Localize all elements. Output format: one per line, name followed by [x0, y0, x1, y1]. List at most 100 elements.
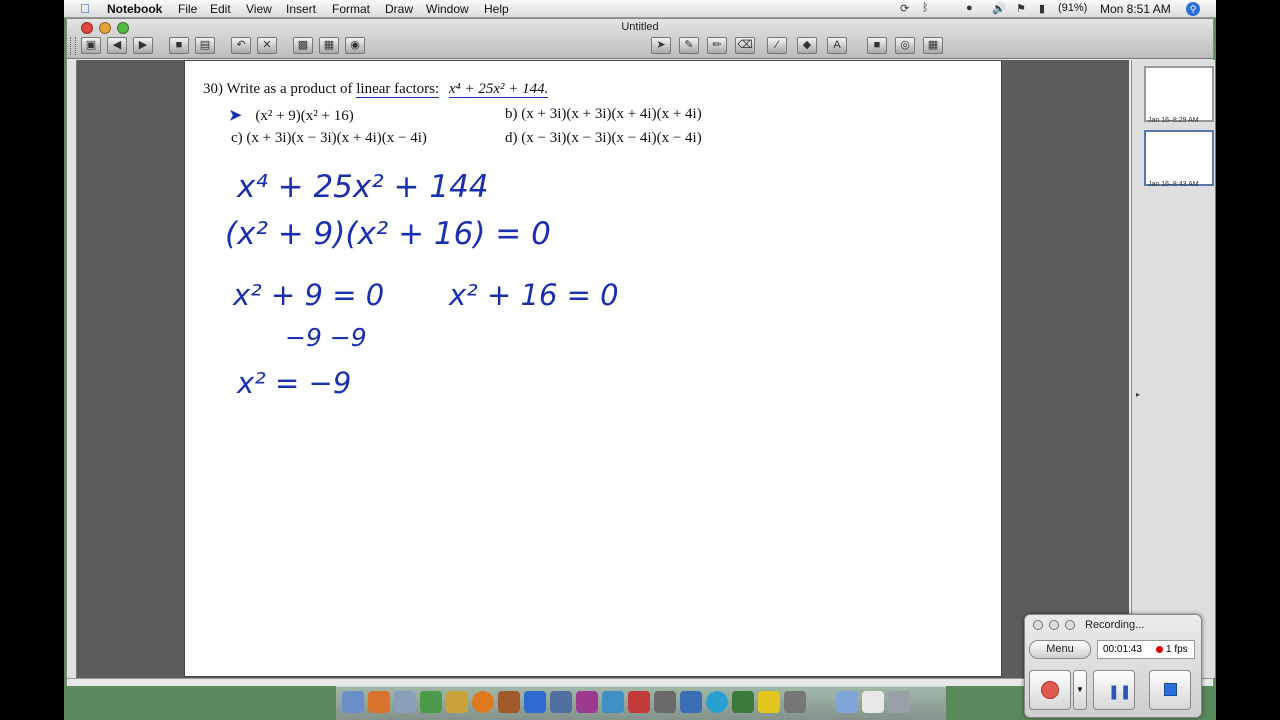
recorder-menu-button[interactable]: Menu [1029, 640, 1091, 659]
trash-dock-icon[interactable] [888, 691, 910, 713]
apple-icon[interactable]:  [80, 1, 90, 16]
app-dock-icon-4[interactable] [602, 691, 624, 713]
recorder-zoom-icon[interactable] [1065, 620, 1075, 630]
previous-page-icon[interactable]: ◀ [107, 37, 127, 54]
word-dock-icon[interactable] [524, 691, 546, 713]
camera-icon[interactable]: ◉ [345, 37, 365, 54]
menu-help[interactable]: Help [484, 2, 509, 16]
menu-app-name[interactable]: Notebook [107, 2, 162, 16]
left-toolbar-strip[interactable] [67, 60, 77, 678]
flag-icon[interactable]: ⚑ [1016, 2, 1026, 15]
menu-file[interactable]: File [178, 2, 197, 16]
menu-format[interactable]: Format [332, 2, 370, 16]
app-dock-icon-6[interactable] [654, 691, 676, 713]
record-icon [1041, 681, 1059, 699]
handwriting-line-4: −9 −9 [285, 323, 367, 352]
menu-view[interactable]: View [246, 2, 272, 16]
clapper-dock-icon[interactable] [498, 691, 520, 713]
page-sorter-panel: Jan 16–8:29 AM Jan 16–8:43 AM ▸ [1131, 60, 1215, 678]
paste-icon[interactable]: ▤ [195, 37, 215, 54]
title-bar: Untitled ▣ ◀ ▶ ■ ▤ ↶ ✕ ▩ ▦ ◉ ➤ ✎ ✏ ⌫ ∕ ◆… [67, 19, 1213, 59]
menu-edit[interactable]: Edit [210, 2, 231, 16]
highlighter-icon[interactable]: ✏ [707, 37, 727, 54]
handwriting-layer: x⁴ + 25x² + 144 (x² + 9)(x² + 16) = 0 x²… [225, 169, 619, 400]
handwriting-line-3-right: x² + 16 = 0 [448, 278, 619, 312]
globe-icon[interactable]: ◎ [895, 37, 915, 54]
screen:  Notebook File Edit View Insert Format … [64, 0, 1216, 720]
save-icon[interactable]: ■ [169, 37, 189, 54]
page-thumbnail-1-label: Jan 16–8:29 AM [1148, 117, 1199, 124]
menu-clock[interactable]: Mon 8:51 AM [1100, 2, 1171, 16]
resize-arrow-icon[interactable]: ▸ [1136, 390, 1140, 399]
line-tool-icon[interactable]: ∕ [767, 37, 787, 54]
stop-button[interactable] [1149, 670, 1191, 710]
handwriting-line-5: x² = −9 [236, 366, 351, 400]
pause-button[interactable]: ❚❚ [1093, 670, 1135, 710]
text-tool-icon[interactable]: A [827, 37, 847, 54]
workspace: 30) Write as a product of linear factors… [67, 60, 1129, 678]
notebook-window: Untitled ▣ ◀ ▶ ■ ▤ ↶ ✕ ▩ ▦ ◉ ➤ ✎ ✏ ⌫ ∕ ◆… [66, 18, 1215, 686]
new-page-icon[interactable]: ▣ [81, 37, 101, 54]
volume-icon[interactable]: 🔊 [992, 2, 1006, 15]
app-dock-icon-5[interactable] [628, 691, 650, 713]
dock [336, 686, 946, 720]
select-arrow-icon[interactable]: ➤ [651, 37, 671, 54]
app-dock-icon-10[interactable] [784, 691, 806, 713]
battery-percent: (91%) [1058, 2, 1088, 14]
recorder-panel: Recording... Menu 00:01:43 1 fps ▼ ❚❚ [1024, 614, 1202, 718]
undo-icon[interactable]: ↶ [231, 37, 251, 54]
menu-insert[interactable]: Insert [286, 2, 316, 16]
recording-indicator-icon [1156, 646, 1163, 653]
firefox-dock-icon[interactable] [472, 691, 494, 713]
tools-dock-icon[interactable] [446, 691, 468, 713]
recorder-time: 00:01:43 [1103, 644, 1142, 655]
recorder-fps: 1 fps [1166, 644, 1188, 655]
record-button[interactable] [1029, 670, 1071, 710]
stop-icon [1164, 683, 1177, 696]
notebook-page[interactable]: 30) Write as a product of linear factors… [184, 60, 1002, 677]
recorder-title: Recording... [1085, 619, 1145, 631]
handwriting-line-3-left: x² + 9 = 0 [232, 278, 384, 312]
menu-window[interactable]: Window [426, 2, 469, 16]
recorder-close-icon[interactable] [1033, 620, 1043, 630]
battery-icon[interactable]: ▮ [1039, 2, 1045, 15]
app-dock-icon-7[interactable] [680, 691, 702, 713]
app-dock-icon-8[interactable] [732, 691, 754, 713]
ichat-dock-icon[interactable] [420, 691, 442, 713]
handwriting-line-1: x⁴ + 25x² + 144 [236, 169, 489, 205]
table-icon[interactable]: ▦ [923, 37, 943, 54]
app-dock-icon-3[interactable] [576, 691, 598, 713]
app-dock-icon-9[interactable] [758, 691, 780, 713]
app-dock-icon-2[interactable] [550, 691, 572, 713]
pause-icon: ❚❚ [1108, 683, 1132, 699]
magnifier-dock-icon[interactable] [706, 691, 728, 713]
recorder-minimize-icon[interactable] [1049, 620, 1059, 630]
finder-dock-icon[interactable] [342, 691, 364, 713]
page-thumbnail-1[interactable] [1144, 66, 1214, 122]
toolbar-grip[interactable] [70, 37, 76, 55]
delete-icon[interactable]: ✕ [257, 37, 277, 54]
color-fill-icon[interactable]: ■ [867, 37, 887, 54]
eraser-icon[interactable]: ⌫ [735, 37, 755, 54]
record-options-button[interactable]: ▼ [1073, 670, 1087, 710]
shape-tool-icon[interactable]: ◆ [797, 37, 817, 54]
sync-icon[interactable]: ⟳ [900, 2, 909, 15]
app-dock-icon[interactable] [368, 691, 390, 713]
page-thumbnail-2-label: Jan 16–8:43 AM [1148, 181, 1199, 188]
spotlight-icon[interactable]: ⚲ [1186, 2, 1200, 16]
menu-bar:  Notebook File Edit View Insert Format … [64, 0, 1216, 18]
window-title: Untitled [621, 21, 659, 33]
folder-dock-icon[interactable] [836, 691, 858, 713]
screen-shade-icon[interactable]: ▩ [293, 37, 313, 54]
next-page-icon[interactable]: ▶ [133, 37, 153, 54]
document-dock-icon[interactable] [862, 691, 884, 713]
system-prefs-dock-icon[interactable] [394, 691, 416, 713]
recorder-timer: 00:01:43 1 fps [1097, 640, 1195, 659]
handwriting-line-2: (x² + 9)(x² + 16) = 0 [225, 216, 551, 252]
wifi-icon[interactable]: ● [966, 2, 973, 14]
menu-draw[interactable]: Draw [385, 2, 413, 16]
full-screen-icon[interactable]: ▦ [319, 37, 339, 54]
pen-icon[interactable]: ✎ [679, 37, 699, 54]
page-thumbnail-2[interactable] [1144, 130, 1214, 186]
bluetooth-icon[interactable]: ᛒ [922, 2, 929, 14]
